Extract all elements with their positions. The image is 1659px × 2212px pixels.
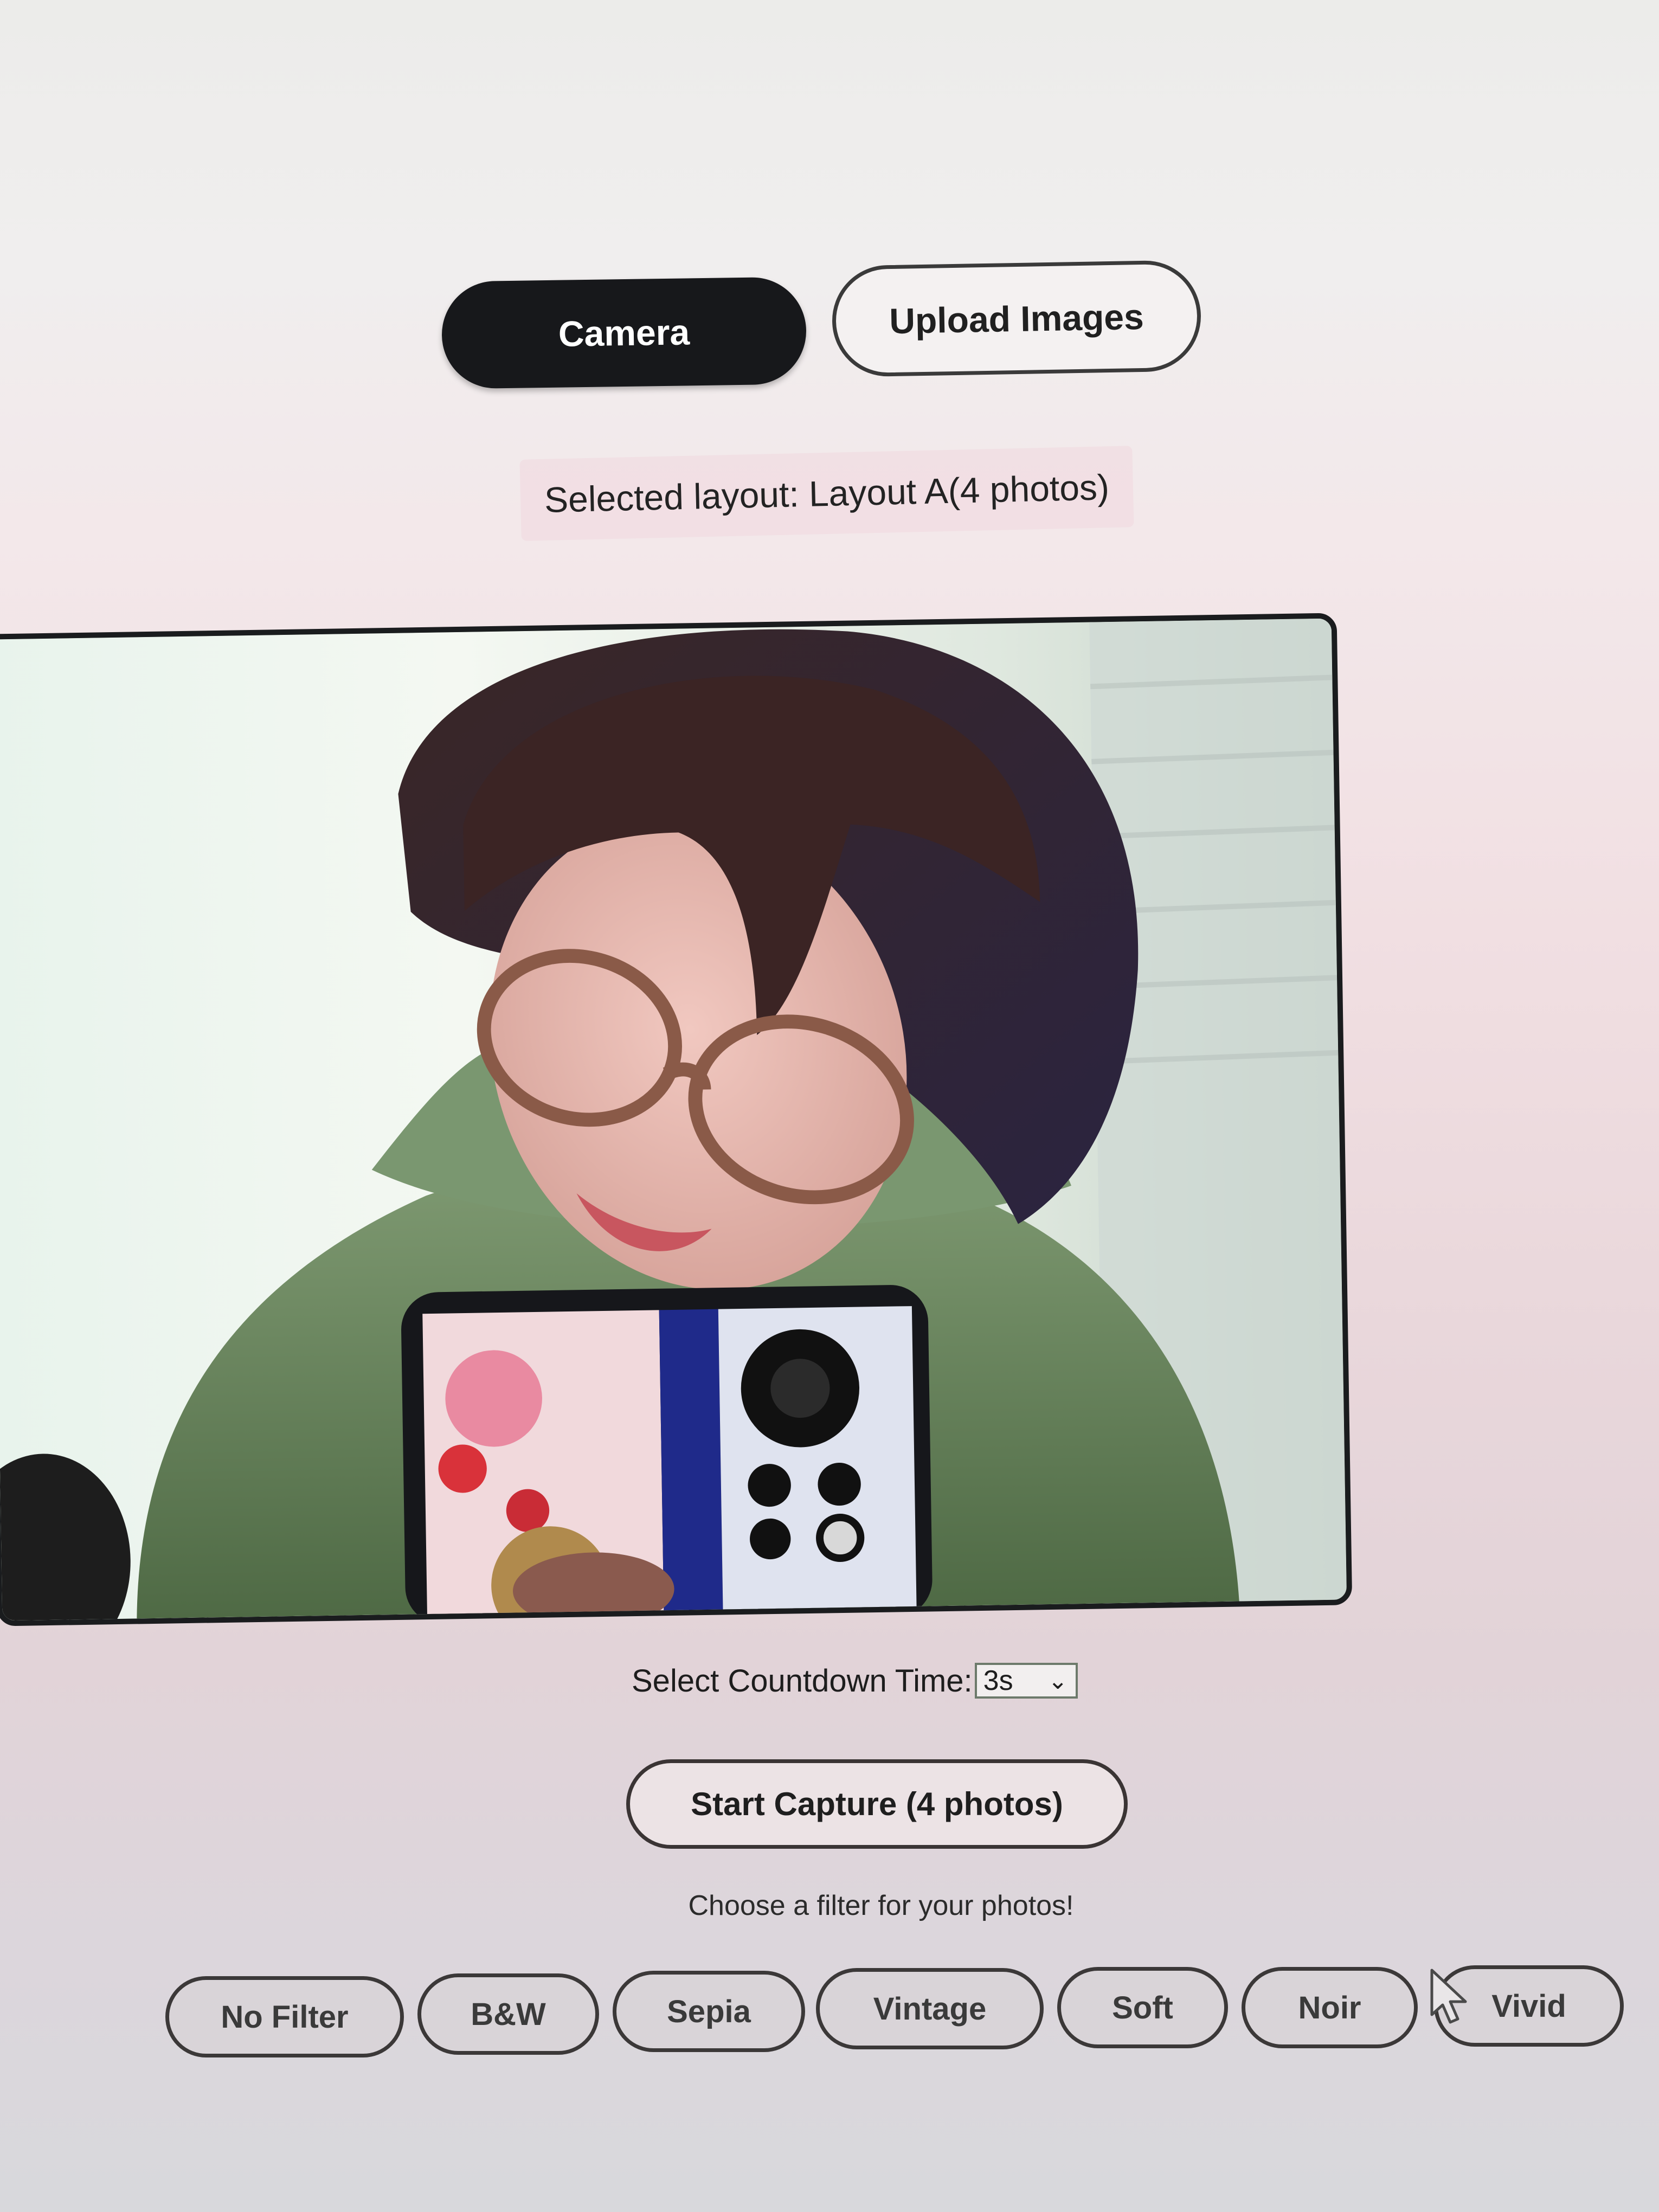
filter-label: Vivid: [1491, 1988, 1566, 2024]
filter-label: No Filter: [221, 1999, 349, 2035]
start-capture-label: Start Capture (4 photos): [691, 1786, 1063, 1822]
upload-images-button[interactable]: Upload Images: [831, 260, 1202, 377]
countdown-selected-value: 3s: [983, 1665, 1013, 1696]
filter-sepia-button[interactable]: Sepia: [613, 1971, 805, 2052]
filter-label: B&W: [471, 1996, 546, 2032]
filter-label: Sepia: [667, 1994, 751, 2029]
upload-images-label: Upload Images: [889, 296, 1144, 341]
filter-bw-button[interactable]: B&W: [417, 1973, 599, 2055]
camera-feed-image: [0, 618, 1347, 1621]
countdown-row: Select Countdown Time: 3s ⌄: [632, 1659, 1120, 1702]
filter-hint: Choose a filter for your photos!: [596, 1881, 1166, 1930]
filter-hint-text: Choose a filter for your photos!: [688, 1890, 1074, 1921]
chevron-down-icon: ⌄: [1047, 1667, 1068, 1694]
camera-mode-button[interactable]: Camera: [441, 276, 807, 389]
filter-label: Soft: [1112, 1990, 1173, 2025]
countdown-select[interactable]: 3s ⌄: [974, 1663, 1078, 1699]
start-capture-button[interactable]: Start Capture (4 photos): [626, 1759, 1128, 1849]
filter-label: Noir: [1298, 1990, 1361, 2025]
filter-noir-button[interactable]: Noir: [1242, 1967, 1418, 2048]
filter-no-filter-button[interactable]: No Filter: [165, 1976, 404, 2057]
filter-label: Vintage: [873, 1991, 987, 2027]
filter-vintage-button[interactable]: Vintage: [816, 1968, 1044, 2049]
countdown-label: Select Countdown Time:: [632, 1663, 973, 1699]
camera-mode-label: Camera: [558, 312, 690, 354]
camera-preview: [0, 613, 1353, 1626]
selected-layout-label: Selected layout: Layout A(4 photos): [544, 467, 1110, 520]
filter-soft-button[interactable]: Soft: [1057, 1967, 1228, 2048]
mouse-cursor-icon: [1430, 1969, 1467, 2024]
selected-layout-text: Selected layout: Layout A(4 photos): [519, 446, 1134, 541]
